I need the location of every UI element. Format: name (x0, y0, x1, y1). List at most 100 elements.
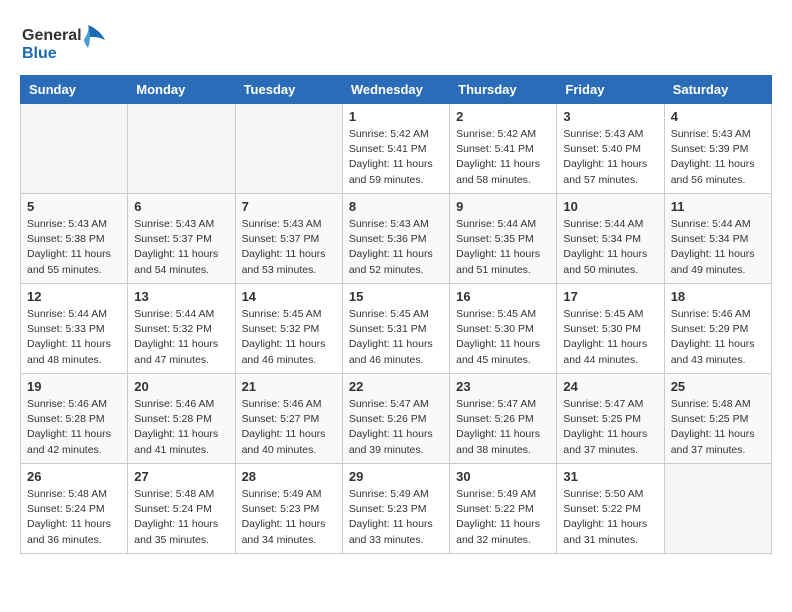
cell-info: Sunrise: 5:45 AM Sunset: 5:32 PM Dayligh… (242, 307, 336, 368)
day-number: 22 (349, 379, 443, 394)
calendar-cell: 8Sunrise: 5:43 AM Sunset: 5:36 PM Daylig… (342, 194, 449, 284)
cell-info: Sunrise: 5:45 AM Sunset: 5:30 PM Dayligh… (563, 307, 657, 368)
calendar-cell (235, 104, 342, 194)
calendar-cell: 31Sunrise: 5:50 AM Sunset: 5:22 PM Dayli… (557, 464, 664, 554)
day-number: 5 (27, 199, 121, 214)
calendar-cell: 21 Sunrise: 5:46 AM Sunset: 5:27 PM Dayli… (235, 374, 342, 464)
day-number: 6 (134, 199, 228, 214)
calendar-cell: 2 Sunrise: 5:42 AM Sunset: 5:41 PM Daylig… (450, 104, 557, 194)
calendar-cell: 30 Sunrise: 5:49 AM Sunset: 5:22 PM Dayli… (450, 464, 557, 554)
day-number: 28 (242, 469, 336, 484)
week-row-5: 26 Sunrise: 5:48 AM Sunset: 5:24 PM Dayli… (21, 464, 772, 554)
calendar-cell: 5 Sunrise: 5:43 AM Sunset: 5:38 PM Daylig… (21, 194, 128, 284)
calendar-cell: 13 Sunrise: 5:44 AM Sunset: 5:32 PM Dayli… (128, 284, 235, 374)
day-number: 14 (242, 289, 336, 304)
day-number: 17 (563, 289, 657, 304)
cell-info: Sunrise: 5:49 AM Sunset: 5:23 PM Dayligh… (349, 487, 443, 548)
day-number: 7 (242, 199, 336, 214)
cell-info: Sunrise: 5:48 AM Sunset: 5:24 PM Dayligh… (27, 487, 121, 548)
cell-info: Sunrise: 5:46 AM Sunset: 5:28 PM Dayligh… (134, 397, 228, 458)
calendar-cell (128, 104, 235, 194)
cell-info: Sunrise: 5:46 AM Sunset: 5:27 PM Dayligh… (242, 397, 336, 458)
day-number: 29 (349, 469, 443, 484)
week-row-3: 12 Sunrise: 5:44 AM Sunset: 5:33 PM Dayli… (21, 284, 772, 374)
day-number: 11 (671, 199, 765, 214)
weekday-header-sunday: Sunday (21, 76, 128, 104)
svg-text:General: General (22, 27, 82, 44)
cell-info: Sunrise: 5:42 AM Sunset: 5:41 PM Dayligh… (349, 127, 443, 188)
calendar-cell: 24 Sunrise: 5:47 AM Sunset: 5:25 PM Dayli… (557, 374, 664, 464)
calendar-cell: 18Sunrise: 5:46 AM Sunset: 5:29 PM Dayli… (664, 284, 771, 374)
day-number: 27 (134, 469, 228, 484)
cell-info: Sunrise: 5:44 AM Sunset: 5:34 PM Dayligh… (563, 217, 657, 278)
calendar-cell: 1 Sunrise: 5:42 AM Sunset: 5:41 PM Daylig… (342, 104, 449, 194)
calendar-cell: 22 Sunrise: 5:47 AM Sunset: 5:26 PM Dayli… (342, 374, 449, 464)
day-number: 15 (349, 289, 443, 304)
calendar-cell: 27 Sunrise: 5:48 AM Sunset: 5:24 PM Dayli… (128, 464, 235, 554)
day-number: 4 (671, 109, 765, 124)
weekday-header-thursday: Thursday (450, 76, 557, 104)
cell-info: Sunrise: 5:48 AM Sunset: 5:24 PM Dayligh… (134, 487, 228, 548)
cell-info: Sunrise: 5:46 AM Sunset: 5:28 PM Dayligh… (27, 397, 121, 458)
calendar-cell: 4 Sunrise: 5:43 AM Sunset: 5:39 PM Daylig… (664, 104, 771, 194)
calendar-cell: 20 Sunrise: 5:46 AM Sunset: 5:28 PM Dayli… (128, 374, 235, 464)
calendar-cell: 17 Sunrise: 5:45 AM Sunset: 5:30 PM Dayli… (557, 284, 664, 374)
cell-info: Sunrise: 5:43 AM Sunset: 5:37 PM Dayligh… (134, 217, 228, 278)
calendar-cell: 26 Sunrise: 5:48 AM Sunset: 5:24 PM Dayli… (21, 464, 128, 554)
weekday-header-wednesday: Wednesday (342, 76, 449, 104)
day-number: 2 (456, 109, 550, 124)
weekday-header-tuesday: Tuesday (235, 76, 342, 104)
week-row-4: 19 Sunrise: 5:46 AM Sunset: 5:28 PM Dayli… (21, 374, 772, 464)
logo: General Blue (20, 20, 110, 65)
cell-info: Sunrise: 5:47 AM Sunset: 5:26 PM Dayligh… (349, 397, 443, 458)
svg-text:Blue: Blue (22, 45, 57, 62)
week-row-2: 5 Sunrise: 5:43 AM Sunset: 5:38 PM Daylig… (21, 194, 772, 284)
cell-info: Sunrise: 5:42 AM Sunset: 5:41 PM Dayligh… (456, 127, 550, 188)
calendar-cell: 25Sunrise: 5:48 AM Sunset: 5:25 PM Dayli… (664, 374, 771, 464)
calendar-cell: 9Sunrise: 5:44 AM Sunset: 5:35 PM Daylig… (450, 194, 557, 284)
calendar-cell: 6 Sunrise: 5:43 AM Sunset: 5:37 PM Daylig… (128, 194, 235, 284)
cell-info: Sunrise: 5:43 AM Sunset: 5:37 PM Dayligh… (242, 217, 336, 278)
day-number: 20 (134, 379, 228, 394)
day-number: 13 (134, 289, 228, 304)
day-number: 31 (563, 469, 657, 484)
cell-info: Sunrise: 5:49 AM Sunset: 5:22 PM Dayligh… (456, 487, 550, 548)
day-number: 16 (456, 289, 550, 304)
calendar-cell: 19 Sunrise: 5:46 AM Sunset: 5:28 PM Dayli… (21, 374, 128, 464)
weekday-header-row: SundayMondayTuesdayWednesdayThursdayFrid… (21, 76, 772, 104)
day-number: 23 (456, 379, 550, 394)
calendar-cell: 14 Sunrise: 5:45 AM Sunset: 5:32 PM Dayli… (235, 284, 342, 374)
calendar-cell: 12 Sunrise: 5:44 AM Sunset: 5:33 PM Dayli… (21, 284, 128, 374)
cell-info: Sunrise: 5:43 AM Sunset: 5:38 PM Dayligh… (27, 217, 121, 278)
day-number: 26 (27, 469, 121, 484)
weekday-header-saturday: Saturday (664, 76, 771, 104)
cell-info: Sunrise: 5:46 AM Sunset: 5:29 PM Dayligh… (671, 307, 765, 368)
day-number: 12 (27, 289, 121, 304)
cell-info: Sunrise: 5:44 AM Sunset: 5:35 PM Dayligh… (456, 217, 550, 278)
calendar-table: SundayMondayTuesdayWednesdayThursdayFrid… (20, 75, 772, 554)
day-number: 21 (242, 379, 336, 394)
calendar-cell: 3Sunrise: 5:43 AM Sunset: 5:40 PM Daylig… (557, 104, 664, 194)
cell-info: Sunrise: 5:45 AM Sunset: 5:30 PM Dayligh… (456, 307, 550, 368)
calendar-cell (664, 464, 771, 554)
cell-info: Sunrise: 5:47 AM Sunset: 5:26 PM Dayligh… (456, 397, 550, 458)
cell-info: Sunrise: 5:47 AM Sunset: 5:25 PM Dayligh… (563, 397, 657, 458)
calendar-cell: 29 Sunrise: 5:49 AM Sunset: 5:23 PM Dayli… (342, 464, 449, 554)
cell-info: Sunrise: 5:44 AM Sunset: 5:32 PM Dayligh… (134, 307, 228, 368)
day-number: 10 (563, 199, 657, 214)
day-number: 1 (349, 109, 443, 124)
day-number: 19 (27, 379, 121, 394)
cell-info: Sunrise: 5:44 AM Sunset: 5:34 PM Dayligh… (671, 217, 765, 278)
weekday-header-friday: Friday (557, 76, 664, 104)
calendar-cell: 16 Sunrise: 5:45 AM Sunset: 5:30 PM Dayli… (450, 284, 557, 374)
day-number: 24 (563, 379, 657, 394)
cell-info: Sunrise: 5:43 AM Sunset: 5:36 PM Dayligh… (349, 217, 443, 278)
cell-info: Sunrise: 5:49 AM Sunset: 5:23 PM Dayligh… (242, 487, 336, 548)
calendar-cell: 10 Sunrise: 5:44 AM Sunset: 5:34 PM Dayli… (557, 194, 664, 284)
cell-info: Sunrise: 5:44 AM Sunset: 5:33 PM Dayligh… (27, 307, 121, 368)
cell-info: Sunrise: 5:43 AM Sunset: 5:39 PM Dayligh… (671, 127, 765, 188)
weekday-header-monday: Monday (128, 76, 235, 104)
cell-info: Sunrise: 5:48 AM Sunset: 5:25 PM Dayligh… (671, 397, 765, 458)
day-number: 30 (456, 469, 550, 484)
week-row-1: 1 Sunrise: 5:42 AM Sunset: 5:41 PM Daylig… (21, 104, 772, 194)
